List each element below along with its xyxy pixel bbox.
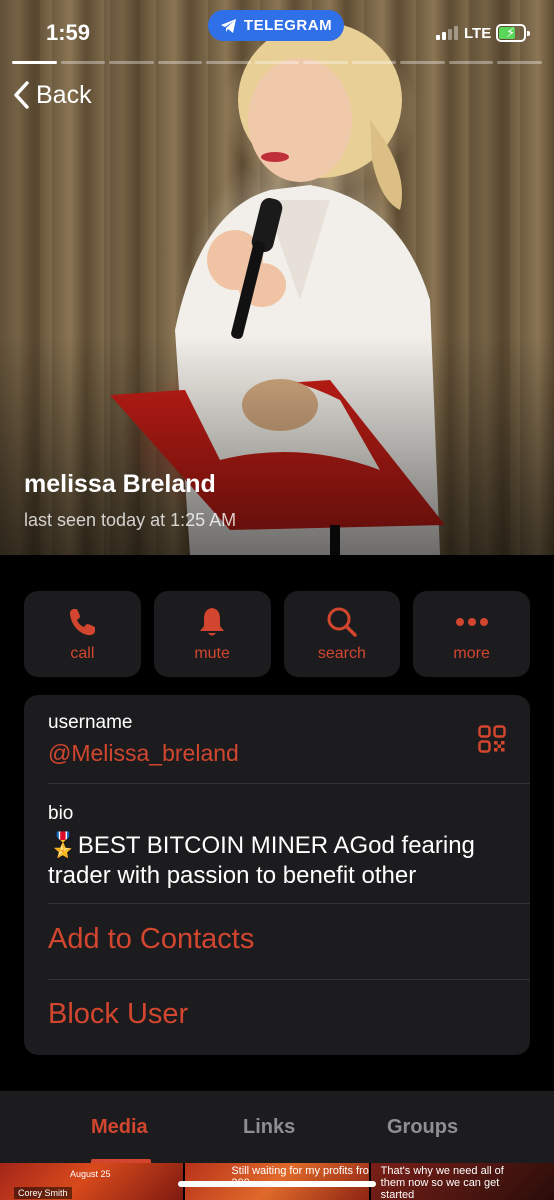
shared-media-tabs: Media Links Groups: [0, 1091, 554, 1163]
tab-groups[interactable]: Groups: [387, 1116, 458, 1139]
magnifier-icon: [327, 607, 357, 637]
search-label: search: [317, 645, 366, 662]
profile-name: melissa Breland: [24, 470, 216, 498]
qr-code-button[interactable]: [478, 725, 506, 758]
bio-text: 🎖️BEST BITCOIN MINER AGod fearing trader…: [48, 832, 475, 889]
telegram-icon: [220, 18, 236, 33]
back-label: Back: [36, 80, 92, 109]
last-seen-status: last seen today at 1:25 AM: [24, 510, 237, 530]
photo-progress-bars: [12, 61, 543, 64]
home-indicator[interactable]: [178, 1181, 376, 1187]
tab-links[interactable]: Links: [243, 1116, 295, 1139]
mute-label: mute: [194, 645, 230, 662]
divider: [48, 979, 530, 980]
status-bar: 1:59 TELEGRAM LTE ⚡: [0, 0, 554, 60]
media-thumbnail[interactable]: That's why we need all of them now so we…: [370, 1163, 554, 1200]
call-button[interactable]: call: [24, 591, 141, 677]
search-button[interactable]: search: [283, 591, 401, 677]
thumbnail-message: That's why we need all of them now so we…: [380, 1165, 504, 1200]
phone-icon: [70, 609, 96, 636]
ellipsis-icon: [455, 618, 488, 626]
status-time: 1:59: [46, 20, 91, 45]
return-to-app-pill[interactable]: TELEGRAM: [208, 10, 344, 41]
cellular-signal-icon: [436, 26, 458, 40]
tab-media[interactable]: Media: [91, 1116, 148, 1139]
thumbnail-name: Corey Smith: [14, 1187, 72, 1199]
call-label: call: [70, 645, 95, 662]
add-to-contacts-button[interactable]: Add to Contacts: [48, 923, 530, 956]
bio-row: bio 🎖️BEST BITCOIN MINER AGod fearing tr…: [48, 803, 530, 891]
network-type: LTE: [464, 25, 492, 42]
bell-icon: [200, 608, 225, 636]
username-value[interactable]: @Melissa_breland: [48, 740, 530, 767]
more-label: more: [453, 645, 490, 662]
profile-info-card: username @Melissa_breland bio 🎖️BEST BIT…: [24, 695, 530, 1055]
username-label: username: [48, 712, 133, 733]
divider: [48, 783, 530, 784]
block-user-button[interactable]: Block User: [48, 998, 530, 1031]
battery-icon: ⚡: [496, 24, 530, 42]
mute-button[interactable]: mute: [153, 591, 271, 677]
profile-actions: call mute search more: [24, 591, 530, 677]
media-thumbnail[interactable]: August 25 Corey Smith: [0, 1163, 184, 1200]
chevron-left-icon: [14, 81, 29, 109]
thumbnail-date: August 25: [70, 1169, 111, 1179]
divider: [48, 903, 530, 904]
bio-label: bio: [48, 803, 74, 824]
more-button[interactable]: more: [413, 591, 530, 677]
qr-code-icon: [478, 725, 506, 753]
return-to-app-label: TELEGRAM: [243, 17, 333, 34]
back-button[interactable]: Back: [12, 80, 92, 110]
username-row[interactable]: username @Melissa_breland: [48, 712, 530, 767]
